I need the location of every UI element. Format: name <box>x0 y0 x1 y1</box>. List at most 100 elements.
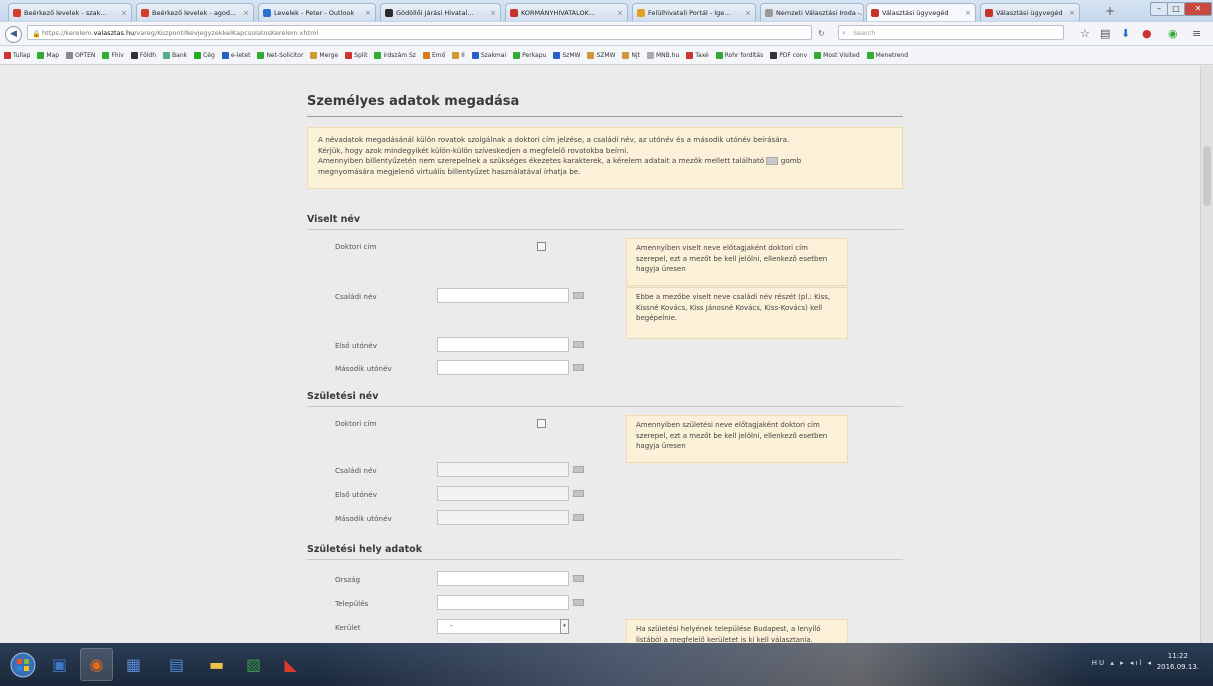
new-tab-button[interactable]: + <box>1105 4 1115 18</box>
bookmark-item[interactable]: Fhiv <box>102 51 124 59</box>
firefox-icon[interactable]: ◉ <box>80 648 113 681</box>
keyboard-icon[interactable] <box>573 575 584 582</box>
pdf-reader-icon[interactable]: ◣ <box>274 648 307 681</box>
bookmark-item[interactable]: Perkapu <box>513 51 546 59</box>
addon-icon[interactable]: ● <box>1142 27 1152 40</box>
bookmark-item[interactable]: MNB.hu <box>646 51 679 59</box>
bookmark-item[interactable]: OPTEN <box>66 51 95 59</box>
minimize-button[interactable]: – <box>1150 2 1168 16</box>
browser-tab[interactable]: Beérkező levelek - szak... × <box>8 3 132 21</box>
bookmark-item[interactable]: Szakmai <box>471 51 507 59</box>
bookmark-item[interactable]: Most Visited <box>814 51 860 59</box>
browser-tab[interactable]: Választási ügyvegéd × <box>866 3 976 21</box>
chevron-down-icon[interactable]: ▾ <box>560 619 569 634</box>
szuletesi-doktori-checkbox[interactable] <box>537 419 546 428</box>
keyboard-icon[interactable] <box>573 490 584 497</box>
browser-tab[interactable]: Gödöllői Járási Hivatal... × <box>380 3 501 21</box>
browser-tab[interactable]: Levelek - Peter - Outlook × <box>258 3 376 21</box>
masodik-utonev-input[interactable] <box>437 360 569 375</box>
keyboard-icon[interactable] <box>573 514 584 521</box>
outlook-icon[interactable]: ▦ <box>117 648 150 681</box>
bookmark-favicon-icon <box>37 51 45 59</box>
bookmark-item[interactable]: Merge <box>310 51 338 59</box>
search-input[interactable]: Search <box>838 25 1064 40</box>
bookmark-star-icon[interactable]: ☆ <box>1080 27 1090 40</box>
doktori-checkbox[interactable] <box>537 242 546 251</box>
browser-tab[interactable]: KORMÁNYHIVATALOK... × <box>505 3 628 21</box>
excel-icon[interactable]: ▧ <box>237 648 270 681</box>
bookmark-favicon-icon <box>102 51 110 59</box>
elso-utonev-input[interactable] <box>437 337 569 352</box>
bookmark-item[interactable]: Tullap <box>4 51 30 59</box>
system-tray[interactable]: HU ▴ ▸ ◂ıl ◂ <box>1092 659 1153 667</box>
close-icon[interactable]: × <box>963 9 971 17</box>
save-disk-icon[interactable]: ▣ <box>43 648 76 681</box>
browser-tab[interactable]: Felülhivatali Portál - Ige... × <box>632 3 756 21</box>
keyboard-icon[interactable] <box>573 599 584 606</box>
search-icon: ⌕ <box>842 29 846 37</box>
bookmark-item[interactable]: Net-Solicitor <box>257 51 303 59</box>
orszag-input[interactable] <box>437 571 569 586</box>
bookmark-label: Szakmai <box>480 51 507 59</box>
menu-icon[interactable]: ≡ <box>1192 27 1201 40</box>
close-icon[interactable]: × <box>488 9 496 17</box>
bookmark-label: Njt <box>631 51 640 59</box>
bookmark-item[interactable]: SZMW <box>587 51 615 59</box>
keyboard-icon[interactable] <box>573 341 584 348</box>
page-scrollbar[interactable] <box>1200 66 1213 643</box>
info-line: A névadatok megadásánál külön rovatok sz… <box>318 135 790 144</box>
bookmark-favicon-icon <box>814 51 822 59</box>
maximize-button[interactable]: □ <box>1167 2 1185 16</box>
bookmark-item[interactable]: PDF conv <box>770 51 807 59</box>
tab-favicon-icon <box>985 8 993 17</box>
browser-tab[interactable]: Választási ügyvegéd × <box>980 3 1080 21</box>
close-icon[interactable]: × <box>119 9 127 17</box>
keyboard-icon[interactable] <box>573 466 584 473</box>
szuletesi-csaladi-input[interactable] <box>437 462 569 477</box>
bookmark-item[interactable]: Taxé <box>686 51 709 59</box>
bookmark-item[interactable]: Földh <box>130 51 156 59</box>
file-explorer-icon[interactable]: ▬ <box>200 648 233 681</box>
szuletesi-masodik-input[interactable] <box>437 510 569 525</box>
start-button-icon[interactable] <box>6 648 39 681</box>
bookmark-item[interactable]: Rohr fordítás <box>715 51 763 59</box>
browser-tab[interactable]: Beérkező levelek - agod... × <box>136 3 254 21</box>
bookmark-item[interactable]: Map <box>37 51 59 59</box>
tab-label: Nemzeti Választási Iroda -... <box>776 8 864 17</box>
info-line: megnyomására megjelenő virtuális billent… <box>318 166 581 176</box>
bookmark-item[interactable]: Menetrend <box>866 51 908 59</box>
word-icon[interactable]: ▤ <box>160 648 193 681</box>
back-arrow-icon[interactable]: ◀ <box>5 26 22 43</box>
close-icon[interactable]: × <box>615 9 623 17</box>
browser-tab[interactable]: Nemzeti Választási Iroda -...× <box>760 3 864 21</box>
bookmark-item[interactable]: Njt <box>622 51 640 59</box>
library-icon[interactable]: ▤ <box>1100 27 1110 40</box>
download-icon[interactable]: ⬇ <box>1121 27 1130 40</box>
address-bar[interactable]: https://kerelem.valasztas.hu/vareg/Kozpo… <box>27 25 812 40</box>
bookmark-item[interactable]: Emő <box>422 51 445 59</box>
close-icon[interactable]: × <box>363 9 371 17</box>
bookmark-item[interactable]: e-letet <box>221 51 250 59</box>
extension-icon[interactable]: ◉ <box>1168 27 1178 40</box>
close-window-button[interactable]: ✕ <box>1184 2 1212 16</box>
bookmark-item[interactable]: SzMW <box>553 51 580 59</box>
close-icon[interactable]: × <box>743 9 751 17</box>
close-icon[interactable]: × <box>1067 9 1075 17</box>
bookmark-item[interactable]: Cég <box>194 51 215 59</box>
kerulet-select[interactable]: - ▾ <box>437 619 569 634</box>
clock[interactable]: 11:22 2016.09.13. <box>1157 651 1199 673</box>
keyboard-icon[interactable] <box>573 364 584 371</box>
csaladi-nev-input[interactable] <box>437 288 569 303</box>
info-line: Amennyiben billentyűzetén nem szerepelne… <box>318 156 802 165</box>
close-icon[interactable]: × <box>241 9 249 17</box>
bookmark-item[interactable]: Split <box>345 51 367 59</box>
telepules-input[interactable] <box>437 595 569 610</box>
szuletesi-elso-input[interactable] <box>437 486 569 501</box>
reload-icon[interactable]: ↻ <box>818 29 825 38</box>
tab-favicon-icon <box>871 8 879 17</box>
bookmark-item[interactable]: II <box>452 51 465 59</box>
bookmark-item[interactable]: Bank <box>163 51 187 59</box>
scrollbar-thumb[interactable] <box>1203 146 1211 206</box>
keyboard-icon[interactable] <box>573 292 584 299</box>
bookmark-item[interactable]: irdszám Sz <box>374 51 416 59</box>
